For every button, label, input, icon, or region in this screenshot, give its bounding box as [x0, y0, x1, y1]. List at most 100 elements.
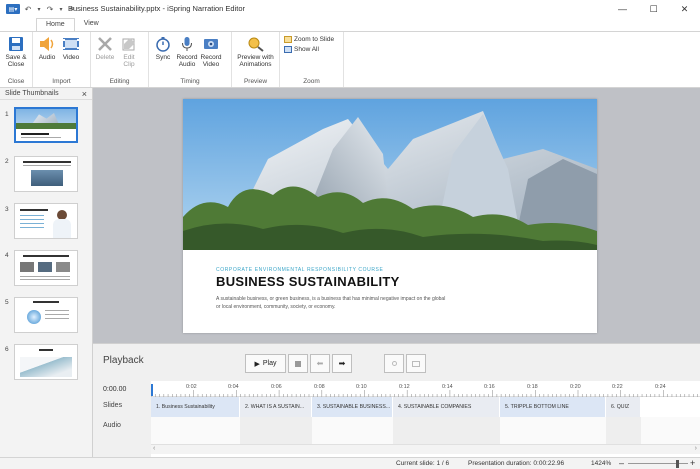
timeline-slide-segment-4[interactable]: 4. SUSTAINABLE COMPANIES: [393, 397, 500, 417]
current-slide-status: Current slide: 1 / 6: [396, 460, 450, 467]
ribbon-group-close: Save & Close Close: [0, 32, 33, 87]
thumb-number: 2: [5, 158, 9, 165]
record-circle-icon: [391, 361, 397, 366]
tab-home[interactable]: Home: [36, 18, 75, 31]
sync-label: Sync: [155, 54, 171, 61]
audio-segment: [240, 417, 312, 444]
tick-label: 0:24: [655, 384, 666, 390]
audio-segment: [606, 417, 641, 444]
zoom-to-slide-label: Zoom to Slide: [294, 36, 335, 43]
delete-icon: [96, 35, 114, 52]
group-label-zoom: Zoom: [303, 78, 320, 85]
tick-label: 0:10: [356, 384, 367, 390]
thumb-number: 3: [5, 206, 9, 213]
quick-access-toolbar: ▤▾ ↶ ▾ ↷ ▾ ≡: [0, 4, 77, 14]
slide-hero-image: [183, 99, 597, 250]
undo-dropdown-icon[interactable]: ▾: [36, 4, 42, 14]
play-label: Play: [262, 360, 277, 367]
record-slide-button[interactable]: [384, 354, 404, 373]
show-all-button[interactable]: Show All: [284, 46, 334, 53]
record-audio-label: Record Audio: [176, 54, 198, 68]
zoom-in-button[interactable]: +: [690, 458, 695, 468]
audio-label: Audio: [38, 54, 56, 61]
slide-stage: CORPORATE ENVIRONMENTAL RESPONSIBILITY C…: [93, 88, 700, 343]
architecture-photo: [183, 99, 597, 250]
playhead[interactable]: [151, 384, 153, 396]
scroll-left-icon[interactable]: ‹: [153, 445, 155, 452]
tab-view[interactable]: View: [75, 18, 108, 31]
timeline-horizontal-scrollbar[interactable]: ‹ ›: [151, 444, 700, 454]
timeline-slide-segment-6[interactable]: 6. QUIZ: [606, 397, 641, 417]
timeline-slide-segment-3[interactable]: 3. SUSTAINABLE BUSINESS...: [312, 397, 393, 417]
slide-view-button[interactable]: [406, 354, 426, 373]
group-label-timing: Timing: [180, 78, 200, 85]
slide-body-text: A sustainable business, or green busines…: [216, 296, 446, 310]
previous-button[interactable]: ⬅: [310, 354, 330, 373]
slide-thumbnail-4[interactable]: [14, 250, 78, 286]
thumb-number: 5: [5, 299, 9, 306]
slides-track: 1. Business Sustainability 2. WHAT IS A …: [151, 397, 700, 417]
zoom-to-slide-button[interactable]: Zoom to Slide: [284, 36, 334, 43]
play-icon: ▶: [254, 360, 260, 368]
ribbon-group-timing: Sync Record Audio Record Video Timing: [149, 32, 232, 87]
group-label-import: Import: [52, 78, 71, 85]
tick-label: 0:20: [570, 384, 581, 390]
tick-label: 0:22: [612, 384, 623, 390]
slide-view-icon: [412, 360, 420, 367]
group-label-preview: Preview: [243, 78, 268, 85]
redo-dropdown-icon[interactable]: ▾: [58, 4, 64, 14]
slide-thumbnails-pane: Slide Thumbnails × 1 2 3 4 5 6: [0, 88, 93, 457]
minimize-button[interactable]: —: [607, 0, 638, 18]
timeline-track-labels: 0:00.00 Slides Audio: [93, 381, 151, 457]
maximize-button[interactable]: ☐: [638, 0, 669, 18]
tick-label: 0:18: [527, 384, 538, 390]
stopwatch-icon: [154, 35, 172, 52]
play-button[interactable]: ▶ Play: [245, 354, 286, 373]
zoom-out-button[interactable]: –: [619, 458, 624, 468]
group-label-editing: Editing: [109, 78, 130, 85]
film-icon: [62, 35, 80, 52]
group-label-close: Close: [7, 78, 25, 85]
timeline-slide-segment-2[interactable]: 2. WHAT IS A SUSTAIN...: [240, 397, 312, 417]
thumbnails-title: Slide Thumbnails: [5, 90, 59, 97]
slide-thumbnail-3[interactable]: [14, 203, 78, 239]
ribbon: Save & Close Close Audio Video Import De…: [0, 31, 700, 88]
close-window-button[interactable]: ✕: [669, 0, 700, 18]
zoom-to-slide-icon: [284, 36, 292, 43]
save-close-label: Save & Close: [5, 54, 27, 68]
thumb-number: 4: [5, 252, 9, 259]
slide-thumbnail-2[interactable]: [14, 156, 78, 192]
edit-clip-icon: [120, 35, 138, 52]
ribbon-group-zoom: Zoom to Slide Show All Zoom: [280, 32, 344, 87]
close-pane-icon[interactable]: ×: [82, 89, 87, 99]
app-menu-icon: ▤▾: [8, 6, 18, 13]
scroll-right-icon[interactable]: ›: [695, 445, 697, 452]
ribbon-group-import: Audio Video Import: [33, 32, 91, 87]
stop-button[interactable]: [288, 354, 308, 373]
audio-track[interactable]: [151, 417, 700, 444]
speaker-icon: [38, 35, 56, 52]
redo-icon[interactable]: ↷: [45, 4, 55, 14]
time-ruler[interactable]: 0:02 0:04 0:06 0:08 0:10 0:12 0:14 0:16 …: [151, 381, 700, 397]
slide-thumbnail-6[interactable]: [14, 344, 78, 380]
next-button[interactable]: ➡: [332, 354, 352, 373]
slide-thumbnail-5[interactable]: [14, 297, 78, 333]
ribbon-group-editing: Delete Edit Clip Editing: [91, 32, 149, 87]
timeline-slide-segment-5[interactable]: 5. TRIPPLE BOTTOM LINE: [500, 397, 606, 417]
zoom-slider-track[interactable]: [628, 463, 688, 464]
slide-thumbnail-1[interactable]: [14, 107, 78, 143]
slide-title: BUSINESS SUSTAINABILITY: [216, 274, 400, 289]
microphone-icon: [178, 35, 196, 52]
tick-label: 0:16: [484, 384, 495, 390]
undo-icon[interactable]: ↶: [23, 4, 33, 14]
zoom-slider-thumb[interactable]: [676, 460, 679, 468]
tick-label: 0:06: [271, 384, 282, 390]
stop-icon: [295, 360, 301, 367]
edit-clip-label: Edit Clip: [123, 54, 135, 68]
timeline: 0:00.00 Slides Audio 0:02 0:04 0:06 0:08…: [93, 381, 700, 457]
slide-canvas[interactable]: CORPORATE ENVIRONMENTAL RESPONSIBILITY C…: [183, 99, 597, 333]
app-menu-button[interactable]: ▤▾: [6, 4, 20, 14]
thumb-number: 1: [5, 111, 9, 118]
timeline-slide-segment-1[interactable]: 1. Business Sustainability: [151, 397, 240, 417]
tick-label: 0:08: [314, 384, 325, 390]
